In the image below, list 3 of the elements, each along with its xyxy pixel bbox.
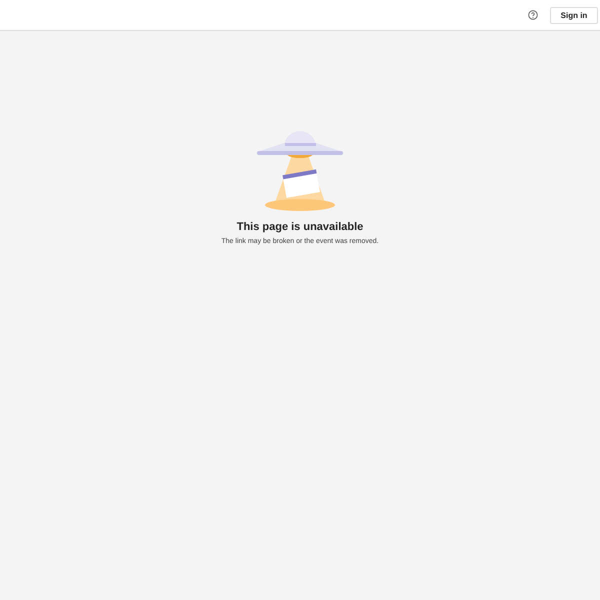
error-title: This page is unavailable xyxy=(236,221,364,233)
sign-in-button[interactable]: Sign in xyxy=(550,6,598,24)
help-icon[interactable] xyxy=(528,10,538,20)
